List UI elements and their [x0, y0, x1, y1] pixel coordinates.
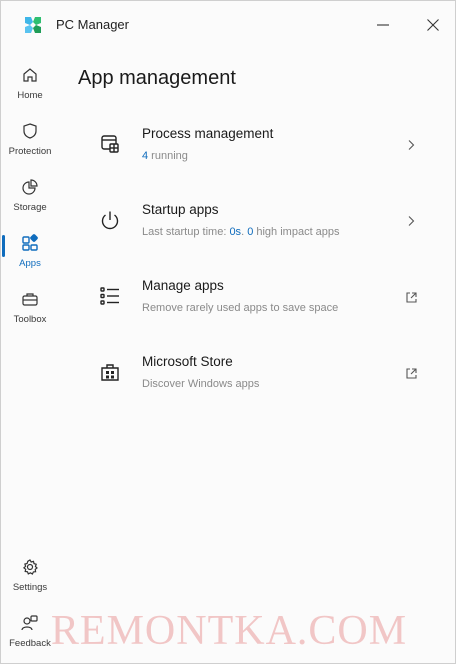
manage-apps-card[interactable]: Manage apps Remove rarely used apps to s…: [83, 267, 435, 333]
card-title: Process management: [142, 126, 274, 141]
card-title: Microsoft Store: [142, 354, 233, 369]
shield-icon: [20, 121, 40, 141]
nav-item-settings[interactable]: Settings: [1, 551, 59, 603]
startup-time-value: 0s: [229, 226, 242, 238]
card-title: Startup apps: [142, 202, 219, 217]
nav-item-home[interactable]: Home: [1, 59, 59, 111]
nav-label-apps: Apps: [19, 258, 41, 269]
high-impact-label: high impact apps: [253, 226, 340, 238]
card-title: Manage apps: [142, 278, 224, 293]
nav-label-toolbox: Toolbox: [13, 314, 47, 325]
app-window: PC Manager Home Protection Storage Apps: [0, 0, 456, 664]
watermark: REMONTKA.COM: [50, 608, 408, 654]
nav-label-storage: Storage: [13, 202, 47, 213]
nav-item-toolbox[interactable]: Toolbox: [1, 283, 59, 335]
page-title: App management: [78, 67, 236, 89]
nav-item-storage[interactable]: Storage: [1, 171, 59, 223]
minimize-button[interactable]: [369, 13, 397, 37]
app-title: PC Manager: [56, 17, 129, 32]
close-button[interactable]: [419, 13, 447, 37]
nav-item-protection[interactable]: Protection: [1, 115, 59, 167]
nav-label-protection: Protection: [8, 146, 52, 157]
card-subtitle: Last startup time: 0s. 0 high impact app…: [142, 226, 340, 238]
pie-chart-icon: [20, 177, 40, 197]
gear-icon: [20, 557, 40, 577]
process-management-card[interactable]: Process management 4 running: [83, 115, 435, 181]
running-label: running: [148, 150, 188, 162]
power-icon: [101, 211, 119, 230]
startup-apps-card[interactable]: Startup apps Last startup time: 0s. 0 hi…: [83, 191, 435, 257]
open-external-icon: [403, 289, 419, 305]
minimize-icon: [377, 24, 389, 26]
nav-label-settings: Settings: [12, 582, 48, 593]
nav-item-apps[interactable]: Apps: [1, 227, 59, 279]
microsoft-store-card[interactable]: Microsoft Store Discover Windows apps: [83, 343, 435, 409]
apps-icon: [20, 233, 40, 253]
card-subtitle: Discover Windows apps: [142, 378, 260, 390]
card-subtitle: Remove rarely used apps to save space: [142, 302, 339, 314]
list-icon: [100, 287, 119, 305]
open-external-icon: [403, 365, 419, 381]
chevron-right-icon: [403, 213, 419, 229]
chevron-right-icon: [403, 137, 419, 153]
close-icon: [427, 19, 439, 31]
home-icon: [20, 65, 40, 85]
store-icon: [101, 364, 119, 381]
title-bar[interactable]: PC Manager: [1, 1, 455, 49]
startup-time-label: Last startup time:: [142, 226, 230, 238]
process-management-icon: [101, 135, 119, 153]
card-subtitle: 4 running: [142, 150, 188, 162]
toolbox-icon: [20, 289, 40, 309]
nav-label-home: Home: [17, 90, 43, 101]
pc-manager-logo: [25, 17, 41, 33]
